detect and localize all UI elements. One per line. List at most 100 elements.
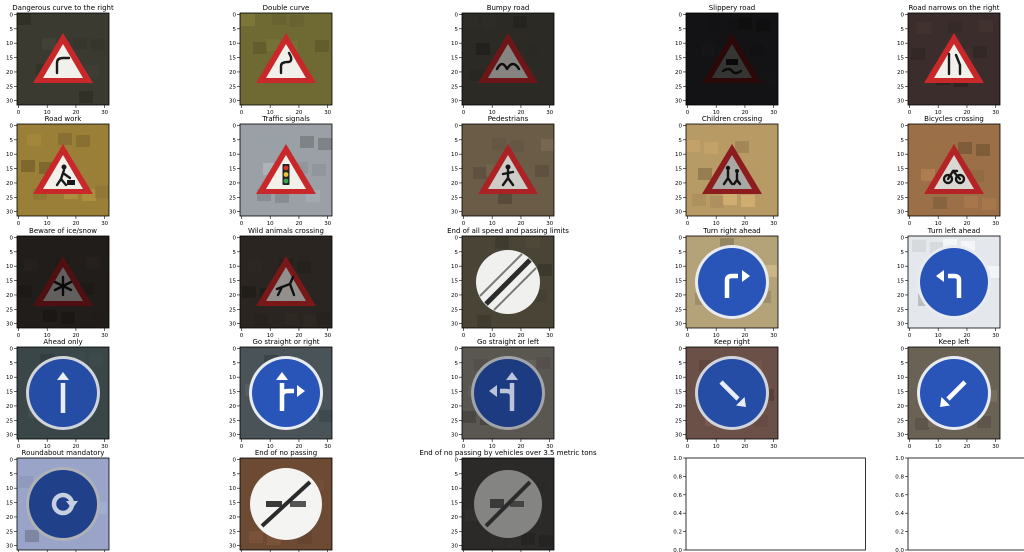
y-tick-label: 25 <box>451 529 458 535</box>
x-tick-label: 30 <box>324 221 331 227</box>
image-subplot: Children crossing0510152025300 10 20 30 <box>675 115 779 227</box>
image-subplot: Turn left ahead0510152025300 10 20 30 <box>897 227 1001 339</box>
y-tick-label: 0 <box>679 123 683 129</box>
image-subplot: Road work0510152025300 10 20 30 <box>6 115 110 227</box>
y-tick-label: 0 <box>455 12 459 18</box>
subplot-title: Beware of ice/snow <box>29 227 97 235</box>
y-tick-label: 0.2 <box>895 530 904 536</box>
y-tick-label: 15 <box>451 167 458 173</box>
y-tick-label: 5 <box>901 138 905 144</box>
y-tick-label: 25 <box>897 307 904 313</box>
y-tick-label: 30 <box>897 99 904 105</box>
y-tick-label: 0 <box>233 346 237 352</box>
y-tick-label: 30 <box>675 99 682 105</box>
x-tick-label: 0 <box>17 444 21 450</box>
y-tick-label: 5 <box>901 361 905 367</box>
x-tick-label: 30 <box>101 110 108 116</box>
subplot-title: Bicycles crossing <box>924 115 984 123</box>
subplot-title: Go straight or right <box>252 338 319 346</box>
y-tick-label: 15 <box>229 279 236 285</box>
y-tick-label: 20 <box>451 404 458 410</box>
y-tick-label: 20 <box>229 70 236 76</box>
image-subplot: Turn right ahead0510152025300 10 20 30 <box>675 227 779 339</box>
y-tick-label: 10 <box>6 375 13 381</box>
y-tick-label: 5 <box>901 27 905 33</box>
y-tick-label: 15 <box>675 56 682 62</box>
x-tick-label: 30 <box>101 221 108 227</box>
x-tick-label: 0 <box>908 221 912 227</box>
y-tick-label: 15 <box>229 390 236 396</box>
y-tick-label: 15 <box>229 167 236 173</box>
sign-image <box>908 13 1000 105</box>
y-tick-label: 25 <box>451 195 458 201</box>
image-subplot: Pedestrians0510152025300 10 20 30 <box>451 115 555 227</box>
x-tick-label: 0 <box>908 110 912 116</box>
y-tick-label: 10 <box>675 264 682 270</box>
image-subplot: Road narrows on the right0510152025300 10… <box>897 4 1001 116</box>
subplot-title: Turn right ahead <box>702 227 761 235</box>
y-tick-label: 0 <box>10 346 14 352</box>
y-tick-label: 25 <box>229 307 236 313</box>
image-subplot: Wild animals crossing0510152025300 10 20 30 <box>229 227 333 339</box>
axes-frame <box>685 457 866 551</box>
sign-image <box>240 236 332 328</box>
y-tick-label: 0 <box>10 12 14 18</box>
sign-image <box>240 13 332 105</box>
sign-face <box>698 248 766 316</box>
x-tick-label: 0 <box>240 444 244 450</box>
y-tick-label: 5 <box>455 472 459 478</box>
y-tick-label: 20 <box>229 515 236 521</box>
y-tick-label: 10 <box>897 41 904 47</box>
sign-image <box>17 236 109 328</box>
y-tick-label: 10 <box>451 41 458 47</box>
subplot-title: End of all speed and passing limits <box>447 227 569 235</box>
image-subplot: Keep right 0 5 10 15 20 25 30 0 10 20 30 <box>675 338 779 450</box>
x-tick-label: 30 <box>992 221 999 227</box>
y-tick-label: 25 <box>451 418 458 424</box>
subplot-title: Bumpy road <box>487 4 530 12</box>
empty-subplot: 0.0 0.2 0.4 0.6 0.8 1.0 <box>673 456 866 552</box>
x-tick-label: 30 <box>324 110 331 116</box>
sign-image <box>240 458 332 550</box>
y-tick-label: 15 <box>6 279 13 285</box>
y-tick-label: 10 <box>451 264 458 270</box>
sign-image <box>462 236 554 328</box>
y-tick-label: 25 <box>6 195 13 201</box>
x-tick-label: 30 <box>324 333 331 339</box>
y-tick-label: 10 <box>229 486 236 492</box>
x-tick-label: 10 <box>713 444 720 450</box>
sign-symbol <box>282 164 290 185</box>
y-tick-label: 15 <box>451 501 458 507</box>
subplot-title: Slippery road <box>709 4 756 12</box>
y-tick-label: 15 <box>675 390 682 396</box>
y-tick-label: 15 <box>229 56 236 62</box>
y-tick-label: 10 <box>229 264 236 270</box>
x-tick-label: 0 <box>908 333 912 339</box>
y-tick-label: 15 <box>897 279 904 285</box>
x-tick-label: 30 <box>992 110 999 116</box>
x-tick-label: 30 <box>324 444 331 450</box>
y-tick-label: 25 <box>6 418 13 424</box>
y-tick-label: 5 <box>455 361 459 367</box>
y-tick-label: 0 <box>901 123 905 129</box>
y-tick-label: 30 <box>897 433 904 439</box>
sign-image <box>686 124 778 216</box>
y-tick-label: 25 <box>6 84 13 90</box>
car-right <box>290 501 306 507</box>
sign-image <box>462 13 554 105</box>
subplot-title: Wild animals crossing <box>248 227 324 235</box>
y-tick-label: 5 <box>679 250 683 256</box>
sign-image <box>17 347 109 439</box>
y-tick-label: 5 <box>10 250 14 256</box>
y-tick-label: 0.8 <box>895 474 904 480</box>
x-tick-label: 30 <box>546 333 553 339</box>
y-tick-label: 20 <box>6 70 13 76</box>
y-tick-label: 0 <box>679 346 683 352</box>
y-tick-label: 5 <box>233 27 237 33</box>
y-tick-label: 15 <box>451 279 458 285</box>
y-tick-label: 25 <box>229 195 236 201</box>
subplot-title: Dangerous curve to the right <box>12 4 114 12</box>
sign-image <box>908 236 1000 328</box>
subplot-title: Keep right <box>714 338 750 346</box>
y-tick-label: 30 <box>6 322 13 328</box>
